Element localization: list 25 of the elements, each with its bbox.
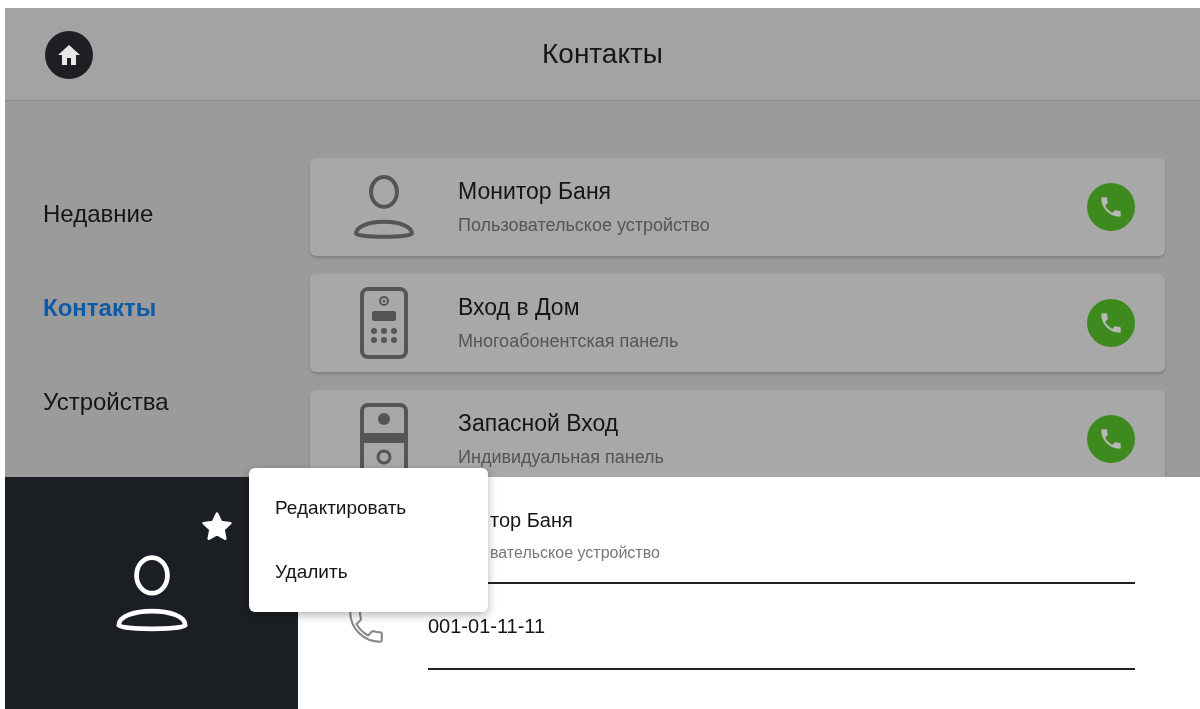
person-icon [353, 174, 415, 240]
contact-name: Вход в Дом [458, 294, 581, 321]
phone-icon [1098, 426, 1124, 452]
contact-card[interactable]: Монитор Баня Пользовательское устройство [310, 158, 1165, 256]
page-title: Контакты [542, 38, 663, 70]
home-icon [57, 44, 81, 66]
call-button[interactable] [1087, 415, 1135, 463]
contact-card[interactable]: Вход в Дом Многоабонентская панель [310, 274, 1165, 372]
home-button[interactable] [45, 31, 93, 79]
phone-number: 001-01-11-11 [428, 614, 546, 638]
intercom-panel-icon [360, 287, 408, 359]
sidebar-item[interactable]: Недавние [5, 196, 310, 232]
contact-type: Многоабонентская панель [458, 331, 680, 352]
contact-type: Пользовательское устройство [458, 215, 711, 236]
phone-icon [1098, 310, 1124, 336]
call-button[interactable] [1087, 299, 1135, 347]
call-button[interactable] [1087, 183, 1135, 231]
contact-name: Монитор Баня [458, 178, 613, 205]
menu-item[interactable]: Удалить [249, 540, 488, 604]
person-icon [114, 553, 189, 633]
contact-type: Индивидуальная панель [458, 447, 665, 468]
sidebar-item[interactable]: Устройства [5, 384, 310, 420]
contact-type: вательское устройство [489, 544, 661, 562]
phone-icon [1098, 194, 1124, 220]
contact-name: Запасной Вход [458, 410, 620, 437]
